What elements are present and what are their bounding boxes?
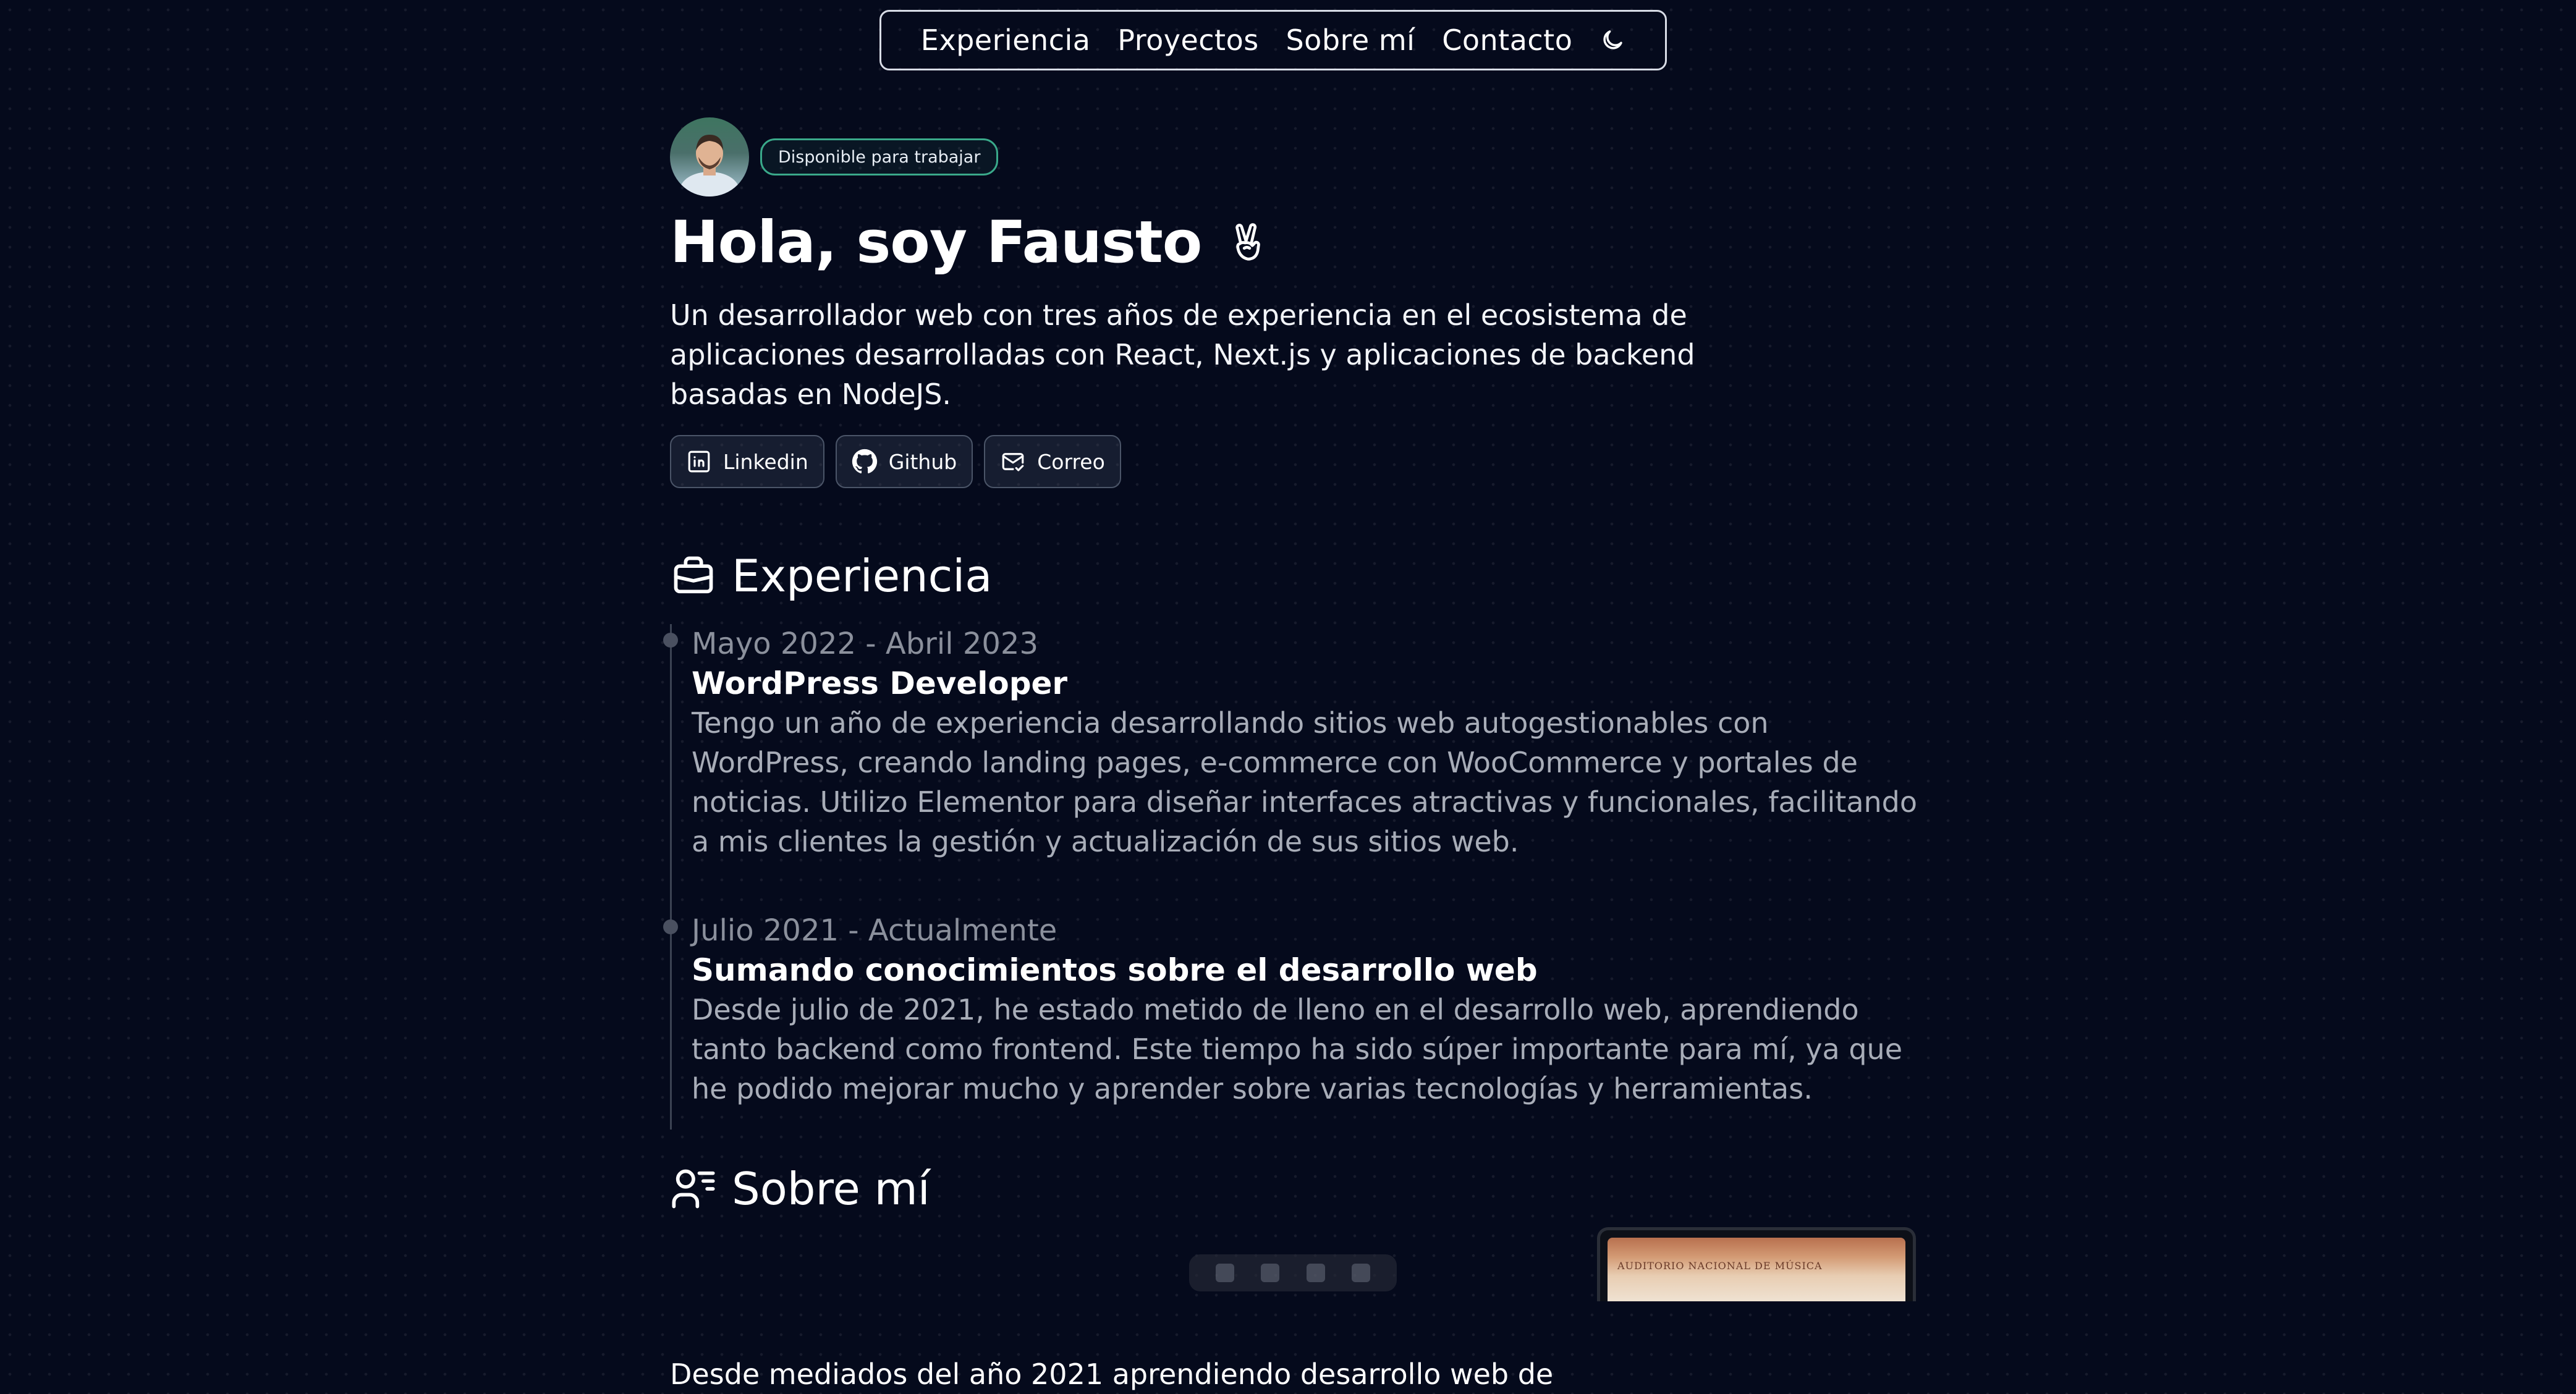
nav-link-sobre-mi[interactable]: Sobre mí	[1286, 23, 1415, 57]
experience-timeline: Mayo 2022 - Abril 2023 WordPress Develop…	[663, 624, 1921, 1130]
dock-item-icon[interactable]	[1261, 1264, 1280, 1282]
about-photo: AUDITORIO NACIONAL DE MÚSICA	[1597, 1227, 1916, 1301]
timeline-dot	[663, 633, 678, 648]
experience-role: Sumando conocimientos sobre el desarroll…	[692, 952, 1538, 988]
briefcase-icon	[674, 556, 713, 594]
mail-button[interactable]: Correo	[984, 435, 1121, 488]
experience-date: Julio 2021 - Actualmente	[692, 913, 1057, 948]
nav-link-experiencia[interactable]: Experiencia	[921, 23, 1091, 57]
mail-icon	[1002, 453, 1024, 471]
nav-link-contacto[interactable]: Contacto	[1442, 23, 1572, 57]
experience-description: Desde julio de 2021, he estado metido de…	[692, 993, 1902, 1105]
photo-sign-text: AUDITORIO NACIONAL DE MÚSICA	[1617, 1260, 1823, 1272]
experience-role: WordPress Developer	[692, 665, 1068, 701]
user-list-icon	[672, 1169, 715, 1209]
github-icon	[852, 449, 877, 474]
experience-title-text: Experiencia	[732, 550, 993, 602]
avatar	[670, 117, 749, 196]
social-links: Linkedin Github Correo	[670, 435, 1121, 488]
experience-description: Tengo un año de experiencia desarrolland…	[692, 706, 1918, 858]
github-label: Github	[888, 449, 957, 474]
linkedin-icon	[688, 450, 710, 473]
status-badge: Disponible para trabajar	[760, 138, 999, 175]
dock-item-icon[interactable]	[1216, 1264, 1235, 1282]
section-title-sobre-mi: Sobre mí	[670, 1163, 930, 1215]
timeline-dot	[663, 919, 678, 934]
nav-link-proyectos[interactable]: Proyectos	[1117, 23, 1258, 57]
experience-date: Mayo 2022 - Abril 2023	[692, 627, 1038, 661]
linkedin-button[interactable]: Linkedin	[670, 435, 824, 488]
hero-title-text: Hola, soy Fausto	[670, 209, 1202, 276]
page-title: Hola, soy Fausto	[670, 209, 1269, 276]
dock-item-icon[interactable]	[1351, 1264, 1370, 1282]
experience-item: Mayo 2022 - Abril 2023 WordPress Develop…	[663, 624, 1921, 861]
linkedin-label: Linkedin	[723, 449, 808, 474]
section-title-experiencia: Experiencia	[670, 550, 992, 602]
hero-description: Un desarrollador web con tres años de ex…	[670, 298, 1695, 411]
moon-icon[interactable]	[1599, 27, 1625, 53]
victory-hand-icon	[1235, 222, 1261, 261]
top-navigation: Experiencia Proyectos Sobre mí Contacto	[879, 10, 1667, 70]
experience-item: Julio 2021 - Actualmente Sumando conocim…	[663, 911, 1921, 1109]
about-text: Desde mediados del año 2021 aprendiendo …	[670, 1358, 1554, 1391]
github-button[interactable]: Github	[835, 435, 973, 488]
floating-dock	[1189, 1254, 1397, 1291]
mail-label: Correo	[1037, 449, 1105, 474]
about-title-text: Sobre mí	[732, 1163, 930, 1215]
photo-image: AUDITORIO NACIONAL DE MÚSICA	[1608, 1238, 1905, 1301]
dock-item-icon[interactable]	[1306, 1264, 1325, 1282]
